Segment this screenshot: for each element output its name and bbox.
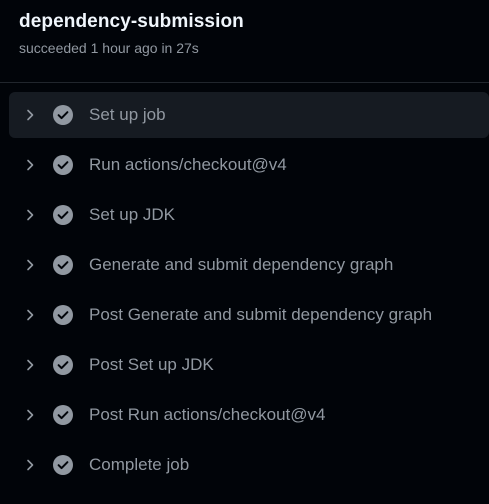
chevron-right-icon[interactable] bbox=[24, 459, 36, 471]
chevron-right-icon[interactable] bbox=[24, 209, 36, 221]
step-label: Complete job bbox=[89, 455, 190, 474]
check-circle-fill-icon bbox=[53, 305, 73, 325]
job-header: dependency-submission succeeded 1 hour a… bbox=[19, 10, 489, 57]
check-circle-fill-icon bbox=[53, 255, 73, 275]
chevron-right-icon[interactable] bbox=[24, 159, 36, 171]
job-title: dependency-submission bbox=[19, 11, 244, 32]
step-label: Post Generate and submit dependency grap… bbox=[89, 305, 433, 324]
step-label: Set up JDK bbox=[89, 205, 175, 224]
chevron-right-icon[interactable] bbox=[24, 359, 36, 371]
step-row-post-generate-graph[interactable]: Post Generate and submit dependency grap… bbox=[9, 292, 489, 338]
step-label: Post Set up JDK bbox=[89, 355, 214, 374]
step-row-post-run-checkout[interactable]: Post Run actions/checkout@v4 bbox=[9, 392, 489, 438]
step-row-set-up-jdk[interactable]: Set up JDK bbox=[9, 192, 489, 238]
step-label: Set up job bbox=[89, 105, 166, 124]
step-label: Generate and submit dependency graph bbox=[89, 255, 394, 274]
chevron-right-icon[interactable] bbox=[24, 259, 36, 271]
chevron-right-icon[interactable] bbox=[24, 109, 36, 121]
step-row-generate-graph[interactable]: Generate and submit dependency graph bbox=[9, 242, 489, 288]
header-divider bbox=[0, 82, 489, 83]
chevron-right-icon[interactable] bbox=[24, 409, 36, 421]
step-list: Set up job Run actions/checkout@v4 Set u… bbox=[9, 92, 489, 492]
check-circle-fill-icon bbox=[53, 155, 73, 175]
check-circle-fill-icon bbox=[53, 105, 73, 125]
step-row-complete-job[interactable]: Complete job bbox=[9, 442, 489, 488]
chevron-right-icon[interactable] bbox=[24, 309, 36, 321]
step-row-run-checkout[interactable]: Run actions/checkout@v4 bbox=[9, 142, 489, 188]
step-label: Run actions/checkout@v4 bbox=[89, 155, 287, 174]
check-circle-fill-icon bbox=[53, 455, 73, 475]
check-circle-fill-icon bbox=[53, 205, 73, 225]
job-log-panel: dependency-submission succeeded 1 hour a… bbox=[0, 0, 489, 504]
step-label: Post Run actions/checkout@v4 bbox=[89, 405, 326, 424]
step-row-post-set-up-jdk[interactable]: Post Set up JDK bbox=[9, 342, 489, 388]
step-row-set-up-job[interactable]: Set up job bbox=[9, 92, 489, 138]
job-status-text: succeeded 1 hour ago in 27s bbox=[19, 40, 199, 56]
check-circle-fill-icon bbox=[53, 355, 73, 375]
check-circle-fill-icon bbox=[53, 405, 73, 425]
